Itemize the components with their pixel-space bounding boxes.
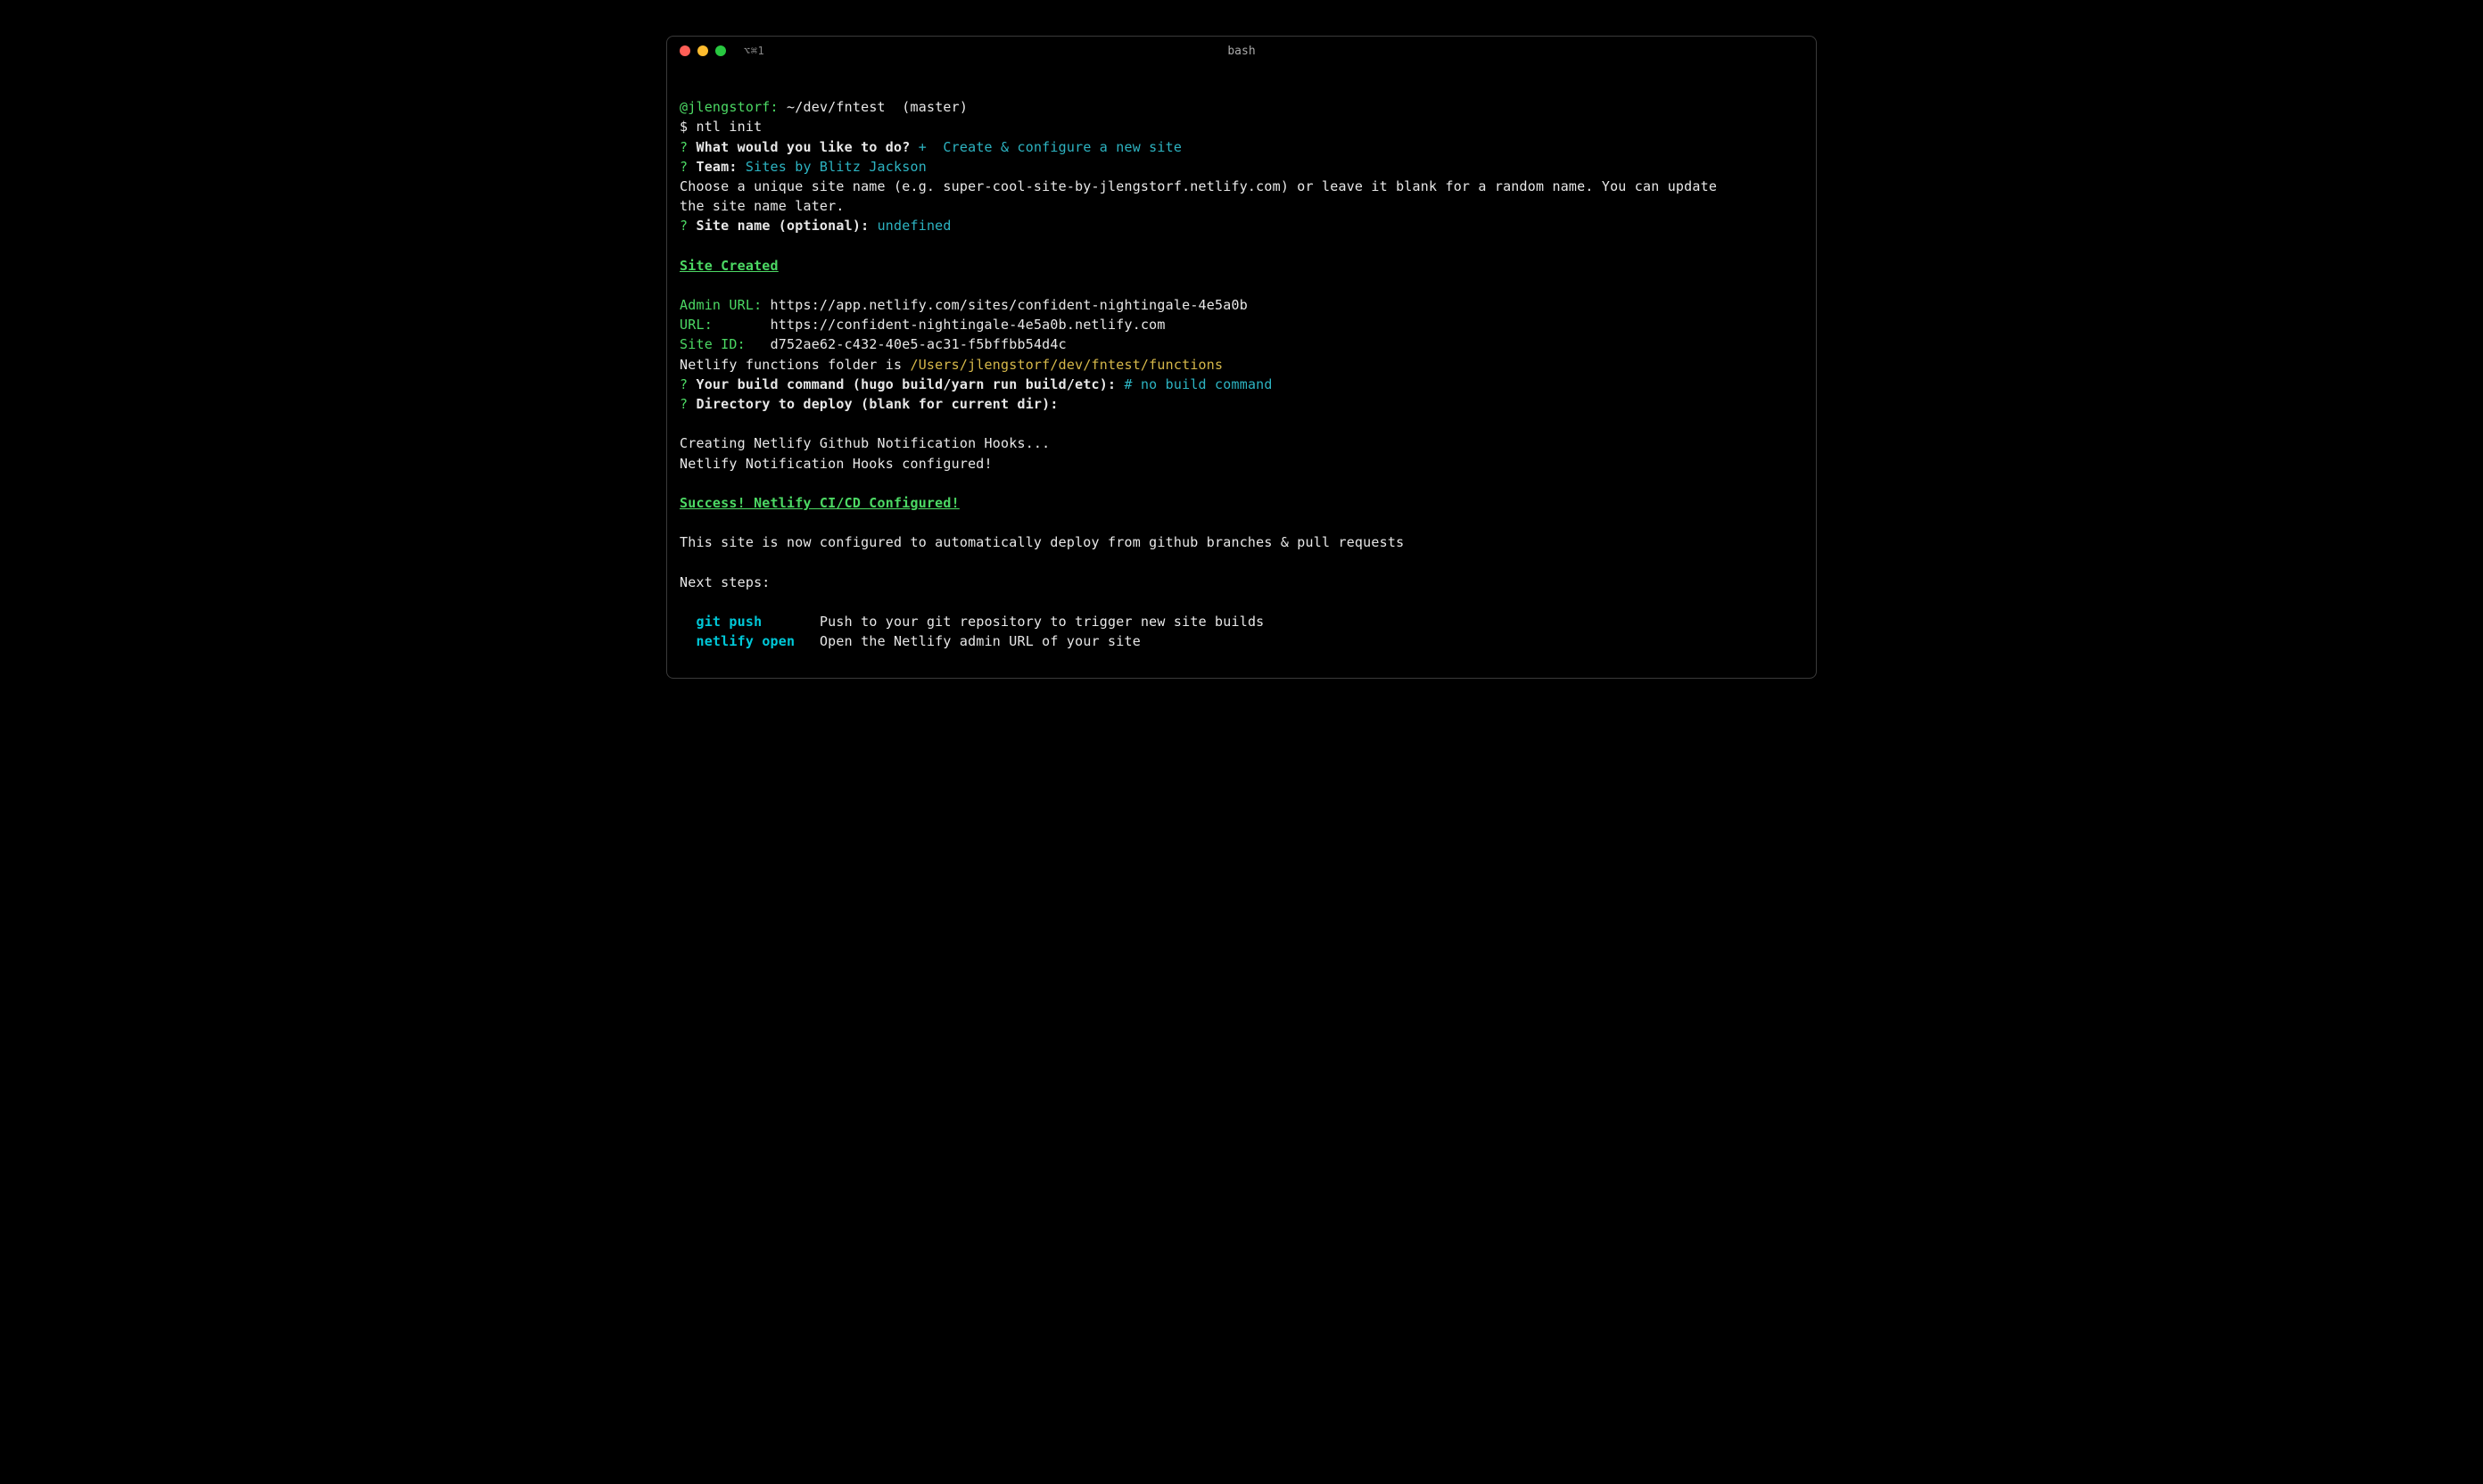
next-step-row: git push Push to your git repository to … <box>680 612 1803 631</box>
site-id-label: Site ID: <box>680 336 746 352</box>
question-answer: undefined <box>878 218 952 234</box>
question-label: What would you like to do? <box>696 139 910 155</box>
functions-folder-path: /Users/jlengstorf/dev/fntest/functions <box>910 357 1223 373</box>
terminal-output[interactable]: @jlengstorf: ~/dev/fntest (master)$ ntl … <box>667 65 1816 678</box>
tab-indicator: ⌥⌘1 <box>744 45 764 57</box>
question-label: Site name (optional): <box>696 218 869 234</box>
success-heading: Success! Netlify CI/CD Configured! <box>680 493 1803 513</box>
site-id-value: d752ae62-c432-40e5-ac31-f5bffbb54d4c <box>771 336 1067 352</box>
question-label: Directory to deploy (blank for current d… <box>696 396 1058 412</box>
question-answer: Sites by Blitz Jackson <box>746 159 927 175</box>
plus-icon: + <box>919 139 927 155</box>
question-site-name: ? Site name (optional): undefined <box>680 216 1803 235</box>
question-team: ? Team: Sites by Blitz Jackson <box>680 157 1803 177</box>
prompt-user: @jlengstorf: <box>680 99 779 115</box>
question-label: Your build command (hugo build/yarn run … <box>696 376 1116 392</box>
question-mark-icon: ? <box>680 159 688 175</box>
step-description: Push to your git repository to trigger n… <box>820 614 1264 630</box>
traffic-lights <box>680 45 726 56</box>
prompt-line: @jlengstorf: ~/dev/fntest (master) <box>680 97 1803 117</box>
question-answer: Create & configure a new site <box>943 139 1182 155</box>
window-title: bash <box>1227 45 1255 58</box>
titlebar: ⌥⌘1 bash <box>667 37 1816 65</box>
minimize-button[interactable] <box>697 45 708 56</box>
question-deploy-dir: ? Directory to deploy (blank for current… <box>680 394 1803 414</box>
admin-url-value: https://app.netlify.com/sites/confident-… <box>771 297 1248 313</box>
site-created-heading: Site Created <box>680 256 1803 276</box>
url-label: URL: <box>680 317 713 333</box>
prompt-path: ~/dev/fntest <box>787 99 886 115</box>
hooks-done: Netlify Notification Hooks configured! <box>680 454 1803 474</box>
close-button[interactable] <box>680 45 690 56</box>
command-text: ntl init <box>696 119 762 135</box>
functions-folder-row: Netlify functions folder is /Users/jleng… <box>680 355 1803 375</box>
url-row: URL: https://confident-nightingale-4e5a0… <box>680 315 1803 334</box>
question-answer: # no build command <box>1124 376 1272 392</box>
site-id-row: Site ID: d752ae62-c432-40e5-ac31-f5bffbb… <box>680 334 1803 354</box>
url-value: https://confident-nightingale-4e5a0b.net… <box>771 317 1166 333</box>
question-mark-icon: ? <box>680 376 688 392</box>
admin-url-label: Admin URL: <box>680 297 762 313</box>
question-mark-icon: ? <box>680 218 688 234</box>
next-step-row: netlify open Open the Netlify admin URL … <box>680 631 1803 651</box>
success-body: This site is now configured to automatic… <box>680 532 1803 552</box>
step-command: git push <box>696 614 762 630</box>
prompt-branch: (master) <box>902 99 968 115</box>
terminal-window: ⌥⌘1 bash @jlengstorf: ~/dev/fntest (mast… <box>666 36 1817 679</box>
question-build-command: ? Your build command (hugo build/yarn ru… <box>680 375 1803 394</box>
question-mark-icon: ? <box>680 139 688 155</box>
admin-url-row: Admin URL: https://app.netlify.com/sites… <box>680 295 1803 315</box>
functions-folder-prefix: Netlify functions folder is <box>680 357 910 373</box>
question-label: Team: <box>696 159 737 175</box>
question-mark-icon: ? <box>680 396 688 412</box>
step-command: netlify open <box>696 633 795 649</box>
step-description: Open the Netlify admin URL of your site <box>820 633 1141 649</box>
hooks-creating: Creating Netlify Github Notification Hoo… <box>680 433 1803 453</box>
command-line: $ ntl init <box>680 117 1803 136</box>
zoom-button[interactable] <box>715 45 726 56</box>
site-name-hint: Choose a unique site name (e.g. super-co… <box>680 177 1803 216</box>
prompt-symbol: $ <box>680 119 688 135</box>
question-action: ? What would you like to do? + Create & … <box>680 137 1803 157</box>
next-steps-label: Next steps: <box>680 573 1803 592</box>
